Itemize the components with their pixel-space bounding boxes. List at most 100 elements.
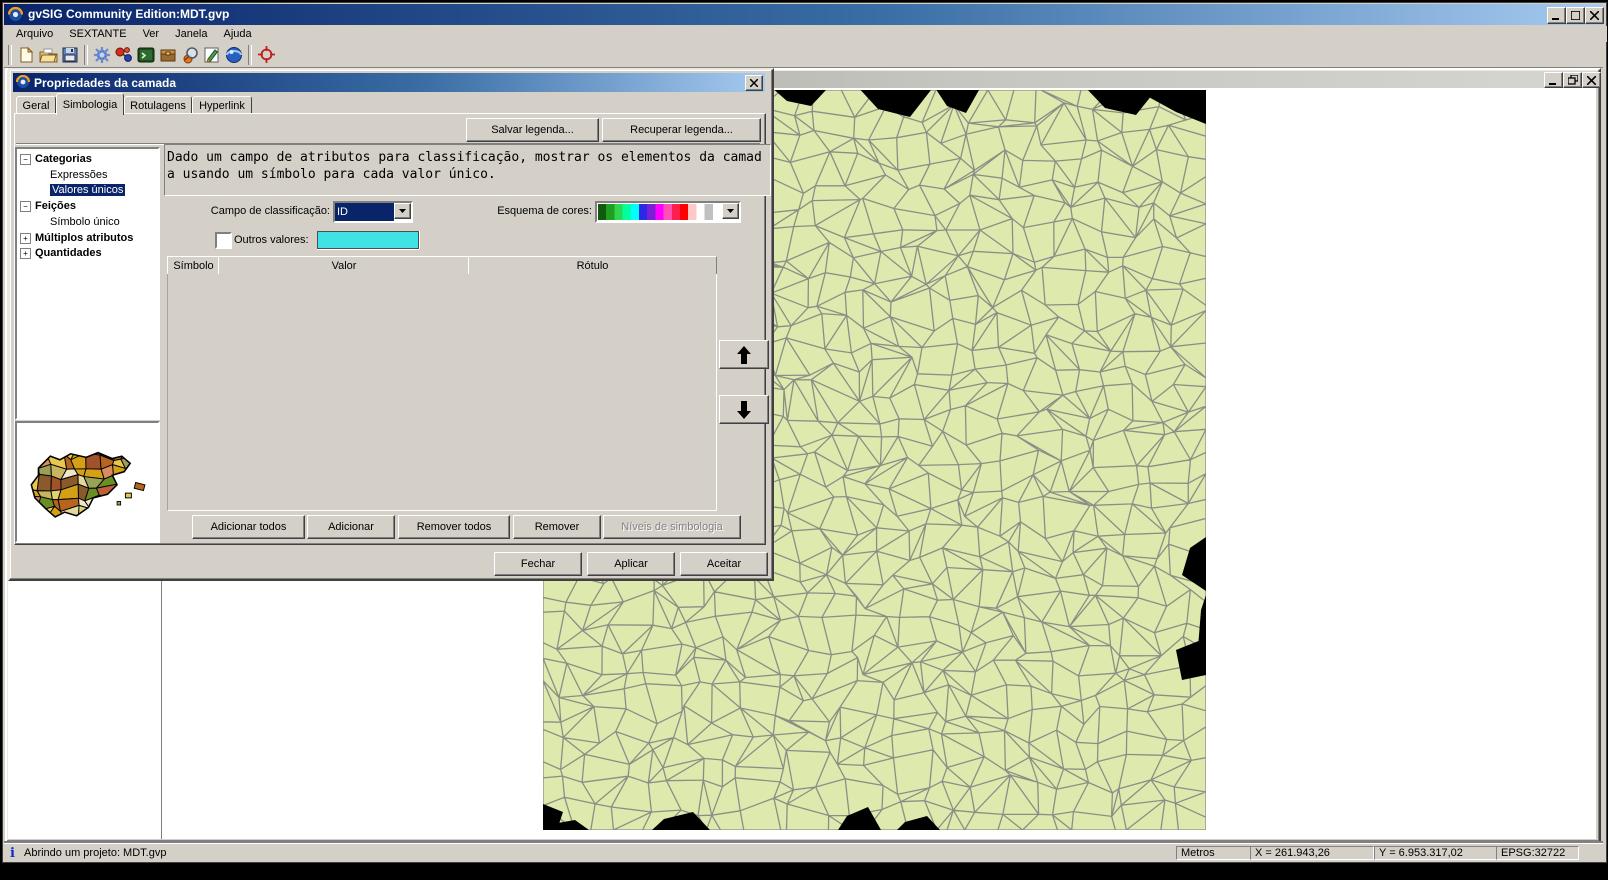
- sextante-history-icon[interactable]: [179, 44, 201, 66]
- tree-node-multiplos-atributos[interactable]: + Múltiplos atributos: [20, 231, 133, 245]
- maximize-button[interactable]: [1566, 7, 1585, 24]
- tab-simbologia-label: Simbologia: [63, 99, 117, 111]
- main-titlebar[interactable]: gvSIG Community Edition:MDT.gvp: [4, 4, 1603, 25]
- layer-properties-dialog: Propriedades da camada Geral Simbologia …: [8, 68, 774, 581]
- tree-node-simbolo-unico[interactable]: Símbolo único: [50, 215, 120, 229]
- tree-label-expressoes: Expressões: [50, 169, 107, 181]
- expand-icon[interactable]: +: [20, 248, 31, 259]
- help-icon[interactable]: [223, 44, 245, 66]
- info-icon: i: [10, 846, 15, 861]
- down-arrow-icon: [736, 400, 752, 420]
- description-line-1: Dado um campo de atributos para classifi…: [167, 149, 768, 166]
- sextante-batch-icon[interactable]: [157, 44, 179, 66]
- remove-all-button[interactable]: Remover todos: [398, 515, 510, 539]
- save-project-icon[interactable]: [59, 44, 81, 66]
- menu-janela[interactable]: Janela: [167, 27, 215, 41]
- dialog-titlebar[interactable]: Propriedades da camada: [13, 73, 765, 92]
- sextante-console-icon[interactable]: [135, 44, 157, 66]
- x-coordinate-cell: X = 261.943,26: [1250, 846, 1374, 860]
- column-label-rotulo: Rótulo: [577, 260, 609, 272]
- other-values-swatch[interactable]: [317, 231, 419, 249]
- window-title: gvSIG Community Edition:MDT.gvp: [28, 7, 229, 21]
- load-legend-label: Recuperar legenda...: [630, 124, 733, 136]
- menu-arquivo[interactable]: Arquivo: [8, 27, 61, 41]
- tab-simbologia[interactable]: Simbologia: [56, 93, 124, 115]
- sextante-modeler-icon[interactable]: [113, 44, 135, 66]
- view-minimize-button[interactable]: [1544, 72, 1563, 88]
- dialog-close-button[interactable]: [745, 75, 763, 91]
- view-restore-button[interactable]: [1563, 72, 1582, 88]
- toolbar-separator: [84, 45, 88, 65]
- menu-ajuda[interactable]: Ajuda: [216, 27, 260, 41]
- column-header-rotulo[interactable]: Rótulo: [468, 256, 717, 276]
- tree-node-feicoes[interactable]: − Feições: [20, 199, 76, 213]
- center-view-icon[interactable]: [255, 44, 277, 66]
- apply-button[interactable]: Aplicar: [587, 552, 675, 576]
- dialog-title: Propriedades da camada: [34, 76, 176, 90]
- other-values-checkbox[interactable]: [215, 232, 232, 249]
- tree-label-multiplos-atributos: Múltiplos atributos: [35, 232, 133, 244]
- dropdown-arrow-icon[interactable]: [722, 203, 739, 219]
- tab-geral-label: Geral: [23, 100, 50, 112]
- remove-button[interactable]: Remover: [513, 515, 601, 539]
- remove-all-label: Remover todos: [417, 521, 492, 533]
- sextante-results-icon[interactable]: [201, 44, 223, 66]
- view-close-button[interactable]: [1582, 72, 1601, 88]
- y-coordinate-value: Y = 6.953.317,02: [1379, 847, 1463, 859]
- menu-ver[interactable]: Ver: [135, 27, 168, 41]
- close-label: Fechar: [521, 558, 555, 570]
- save-legend-button[interactable]: Salvar legenda...: [466, 118, 599, 142]
- symbology-levels-button[interactable]: Níveis de simbologia: [603, 515, 741, 539]
- gvsig-logo-icon: [8, 7, 23, 22]
- units-cell: Metros: [1176, 846, 1251, 860]
- menubar: Arquivo SEXTANTE Ver Janela Ajuda: [4, 26, 1607, 42]
- tree-node-expressoes[interactable]: Expressões: [50, 168, 107, 182]
- spain-preview: [17, 423, 154, 537]
- minimize-button[interactable]: [1547, 7, 1566, 24]
- projection-cell[interactable]: EPSG:32722: [1496, 846, 1579, 860]
- tab-geral[interactable]: Geral: [16, 96, 56, 114]
- tree-node-categorias[interactable]: − Categorias: [20, 152, 92, 166]
- open-project-icon[interactable]: [37, 44, 59, 66]
- description-line-2: a usando um símbolo para cada valor únic…: [167, 166, 768, 183]
- close-dialog-button[interactable]: Fechar: [494, 552, 582, 576]
- remove-label: Remover: [535, 521, 580, 533]
- legend-description: Dado um campo de atributos para classifi…: [164, 144, 771, 196]
- accept-button[interactable]: Aceitar: [680, 552, 768, 576]
- move-up-button[interactable]: [719, 340, 769, 369]
- toolbar: [4, 42, 1603, 68]
- color-scheme-select[interactable]: [595, 201, 741, 223]
- column-label-valor: Valor: [332, 260, 357, 272]
- statusbar: i Abrindo um projeto: MDT.gvp Metros X =…: [4, 843, 1603, 862]
- expand-icon[interactable]: +: [20, 233, 31, 244]
- tab-rotulagens[interactable]: Rotulagens: [124, 96, 192, 114]
- toolbar-handle: [8, 45, 12, 65]
- tree-node-quantidades[interactable]: + Quantidades: [20, 246, 102, 260]
- column-header-simbolo[interactable]: Símbolo: [167, 256, 220, 276]
- tab-hyperlink[interactable]: Hyperlink: [192, 96, 252, 114]
- menu-sextante[interactable]: SEXTANTE: [61, 27, 134, 41]
- new-document-icon[interactable]: [15, 44, 37, 66]
- classification-field-label: Campo de classificação:: [170, 205, 330, 217]
- legend-tree[interactable]: − Categorias Expressões Valores únicos −…: [15, 147, 160, 420]
- add-all-button[interactable]: Adicionar todos: [192, 515, 305, 539]
- classification-field-select[interactable]: ID: [333, 201, 413, 223]
- tree-node-valores-unicos[interactable]: Valores únicos: [50, 183, 125, 197]
- y-coordinate-cell: Y = 6.953.317,02: [1374, 846, 1498, 860]
- symbols-table-body[interactable]: [167, 274, 717, 511]
- status-message: Abrindo um projeto: MDT.gvp: [24, 847, 166, 859]
- units-value: Metros: [1181, 847, 1215, 859]
- color-scheme-label: Esquema de cores:: [430, 205, 592, 217]
- add-button[interactable]: Adicionar: [307, 515, 395, 539]
- desktop: gvSIG Community Edition:MDT.gvp Arquivo …: [0, 0, 1608, 880]
- tree-label-categorias: Categorias: [35, 153, 92, 165]
- sextante-toolbox-icon[interactable]: [91, 44, 113, 66]
- column-header-valor[interactable]: Valor: [218, 256, 470, 276]
- move-down-button[interactable]: [719, 395, 769, 424]
- tree-label-simbolo-unico: Símbolo único: [50, 216, 120, 228]
- collapse-icon[interactable]: −: [20, 201, 31, 212]
- close-button[interactable]: [1585, 7, 1604, 24]
- load-legend-button[interactable]: Recuperar legenda...: [602, 118, 761, 142]
- dropdown-arrow-icon[interactable]: [394, 203, 411, 219]
- collapse-icon[interactable]: −: [20, 154, 31, 165]
